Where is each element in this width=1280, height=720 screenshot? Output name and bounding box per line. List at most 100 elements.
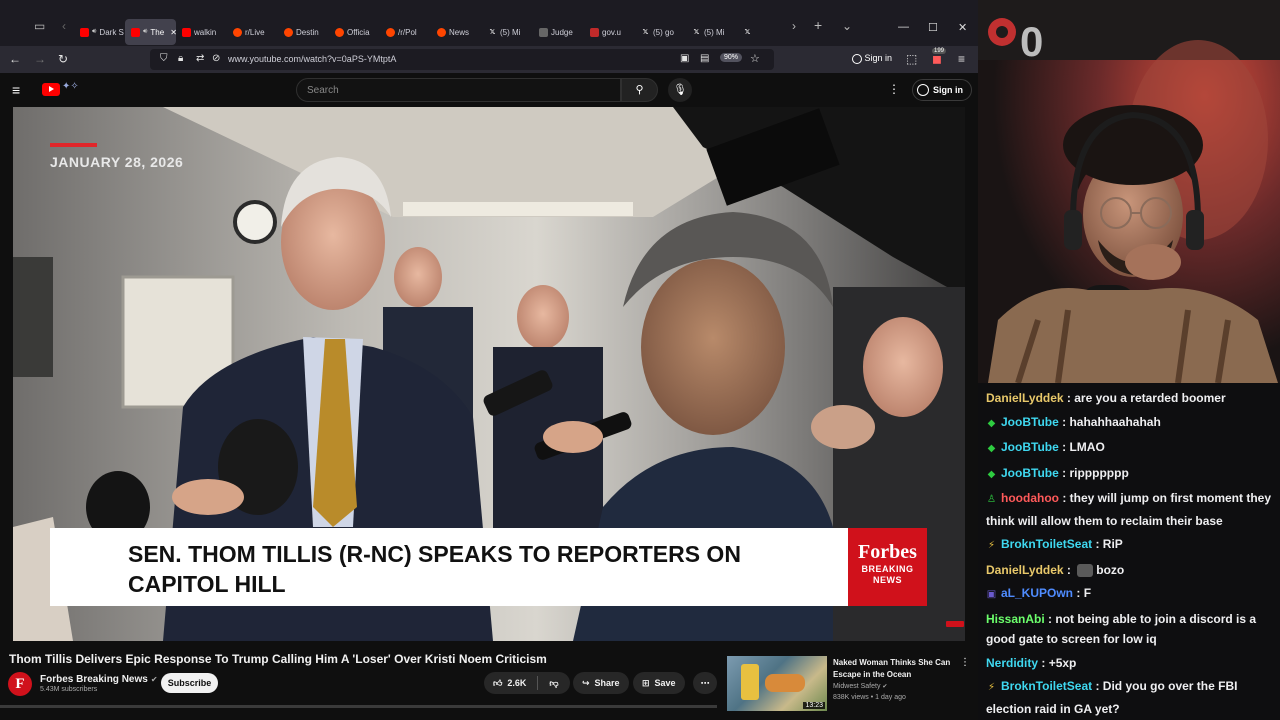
tab-overview-icon[interactable]: ▭: [34, 19, 45, 33]
tab-label: Officia: [347, 27, 370, 37]
forbes-logo-sub-2: NEWS: [873, 575, 902, 585]
like-count[interactable]: 2.6K: [507, 678, 526, 688]
reader-view-icon[interactable]: ▤: [700, 53, 709, 64]
lock-icon[interactable]: 🔒︎: [178, 53, 183, 64]
extensions-icon[interactable]: ⬚: [906, 52, 917, 66]
subscribe-button[interactable]: Subscribe: [161, 673, 218, 693]
voice-search-button[interactable]: 🎙︎: [668, 78, 692, 102]
browser-window: ▭ ‹ 🔊︎ Dark S 🔊︎ The ✕ walkin r/Live Destin Offi…: [0, 0, 978, 720]
chat-username[interactable]: DanielLyddek: [986, 391, 1064, 405]
chat-username[interactable]: HissanAbi: [986, 612, 1045, 626]
notifications-icon[interactable]: ◼: [932, 52, 942, 66]
close-window-icon[interactable]: ✕: [958, 21, 967, 34]
video-player[interactable]: JANUARY 28, 2026 SEN. THOM TILLIS (R-NC)…: [13, 107, 965, 641]
recommended-video-title[interactable]: Naked Woman Thinks She Can Escape in the…: [833, 657, 953, 681]
webcam-feed: 0: [978, 0, 1280, 383]
search-input[interactable]: [297, 79, 620, 101]
forbes-logo-sub-1: BREAKING: [861, 564, 914, 574]
channel-avatar[interactable]: F: [8, 672, 32, 696]
chat-username[interactable]: JooBTube: [1001, 466, 1059, 480]
more-options-icon[interactable]: ⋮: [888, 82, 900, 96]
tab-bar: ▭ ‹ 🔊︎ Dark S 🔊︎ The ✕ walkin r/Live Destin Offi…: [0, 0, 978, 46]
search-button[interactable]: ⚲: [621, 78, 658, 102]
address-bar[interactable]: ⛉ 🔒︎ ⇄ ⊘ www.youtube.com/watch?v=0aPS-YM…: [150, 49, 774, 70]
chat-message-text: RiP: [1102, 537, 1123, 551]
tracking-icon[interactable]: ⊘: [212, 53, 220, 64]
search-box: [296, 78, 621, 102]
chat-username[interactable]: BroknToiletSeat: [1001, 537, 1092, 551]
zoom-level-badge[interactable]: 90%: [720, 53, 743, 62]
chat-username[interactable]: aL_KUPOwn: [1001, 586, 1073, 600]
youtube-logo[interactable]: [42, 83, 60, 96]
browser-tab[interactable]: Officia: [329, 19, 380, 45]
reload-icon[interactable]: ↻: [58, 52, 68, 66]
gov-favicon-icon: [590, 27, 599, 37]
channel-name-text[interactable]: Forbes Breaking News: [40, 674, 148, 685]
browser-tab[interactable]: 🔊︎ The ✕: [125, 19, 176, 45]
youtube-favicon-icon: [182, 27, 191, 37]
browser-tab[interactable]: 🔊︎ Dark S: [74, 19, 125, 45]
chat-username[interactable]: hoodahoo: [1001, 491, 1059, 505]
chat-username[interactable]: JooBTube: [1001, 440, 1059, 454]
recommended-more-icon[interactable]: ⋮: [960, 657, 970, 668]
browser-tab[interactable]: walkin: [176, 19, 227, 45]
chat-username[interactable]: DanielLyddek: [986, 563, 1064, 577]
browser-tab[interactable]: 𝕏: [737, 19, 788, 45]
save-button[interactable]: ⊞ Save: [633, 672, 685, 694]
new-tab-icon[interactable]: +: [814, 17, 822, 33]
svg-text:0: 0: [1020, 18, 1043, 65]
picture-icon[interactable]: ▣: [680, 53, 689, 64]
chat-message: ◆ JooBTube : hahahhaahahah: [986, 412, 1274, 435]
browser-tab[interactable]: Destin: [278, 19, 329, 45]
stream-overlay: 0 DanielLyddek : are you a retarded boom…: [978, 0, 1280, 720]
x-favicon-icon: 𝕏: [693, 28, 700, 36]
maximize-icon[interactable]: ☐: [928, 21, 938, 34]
tab-audio-icon[interactable]: 🔊︎: [92, 28, 96, 36]
browser-tab[interactable]: Judge: [533, 19, 584, 45]
browser-tab[interactable]: 𝕏 (5) Mi: [482, 19, 533, 45]
browser-tab[interactable]: 𝕏 (5) Mi: [686, 19, 737, 45]
tab-label: /r/Pol: [398, 27, 417, 37]
bookmark-star-icon[interactable]: ☆: [750, 52, 760, 65]
share-button[interactable]: ↪ Share: [573, 672, 629, 694]
back-icon[interactable]: ←: [9, 52, 21, 66]
browser-tab[interactable]: 𝕏 (5) go: [635, 19, 686, 45]
tab-label: The: [150, 27, 165, 37]
chat-badge-icon: ▣: [986, 589, 997, 600]
chat-username[interactable]: Nerdidity: [986, 656, 1038, 670]
tab-audio-icon[interactable]: 🔊︎: [143, 28, 147, 36]
channel-name[interactable]: Forbes Breaking News ✔: [40, 674, 158, 685]
browser-tab[interactable]: r/Live: [227, 19, 278, 45]
youtube-doodle-icon[interactable]: ✦✧: [62, 81, 79, 92]
chat-username[interactable]: JooBTube: [1001, 415, 1059, 429]
hamburger-menu-icon[interactable]: ≡: [12, 82, 20, 98]
permissions-icon[interactable]: ⇄: [196, 53, 204, 64]
like-icon[interactable]: 👍︎: [493, 678, 502, 689]
dislike-icon[interactable]: 👎︎: [549, 678, 558, 689]
url-text[interactable]: www.youtube.com/watch?v=0aPS-YMtptA: [228, 54, 396, 64]
recommended-channel-name[interactable]: Midwest Safety: [833, 683, 880, 690]
recommended-video-thumbnail[interactable]: 13:23: [727, 656, 827, 711]
tab-scroll-right-icon[interactable]: ›: [792, 19, 796, 33]
tab-scroll-left-icon[interactable]: ‹: [62, 19, 66, 33]
app-menu-icon[interactable]: ≡: [958, 52, 965, 66]
youtube-signin-button[interactable]: Sign in: [912, 79, 972, 101]
tab-list-icon[interactable]: ⌄: [842, 19, 852, 33]
microphone-icon: 🎙︎: [673, 84, 687, 96]
more-actions-button[interactable]: ⋯: [693, 672, 717, 694]
minimize-icon[interactable]: —: [898, 21, 909, 33]
search-icon: ⚲: [635, 84, 644, 96]
x-favicon-icon: 𝕏: [744, 28, 751, 36]
browser-tab[interactable]: gov.u: [584, 19, 635, 45]
subscriber-count: 5.43M subscribers: [40, 686, 98, 693]
forward-icon[interactable]: →: [34, 52, 46, 66]
chat-username[interactable]: BroknToiletSeat: [1001, 679, 1092, 693]
verified-icon: ✔: [882, 684, 888, 690]
browser-tab[interactable]: /r/Pol: [380, 19, 431, 45]
chat-message: HissanAbi : not being able to join a dis…: [986, 609, 1274, 650]
browser-tab[interactable]: News: [431, 19, 482, 45]
shield-icon[interactable]: ⛉: [160, 53, 168, 64]
like-dislike-group: 👍︎ 2.6K 👎︎: [484, 672, 570, 694]
recommended-channel[interactable]: Midwest Safety ✔: [833, 683, 887, 690]
browser-account-button[interactable]: Sign in: [852, 53, 892, 64]
